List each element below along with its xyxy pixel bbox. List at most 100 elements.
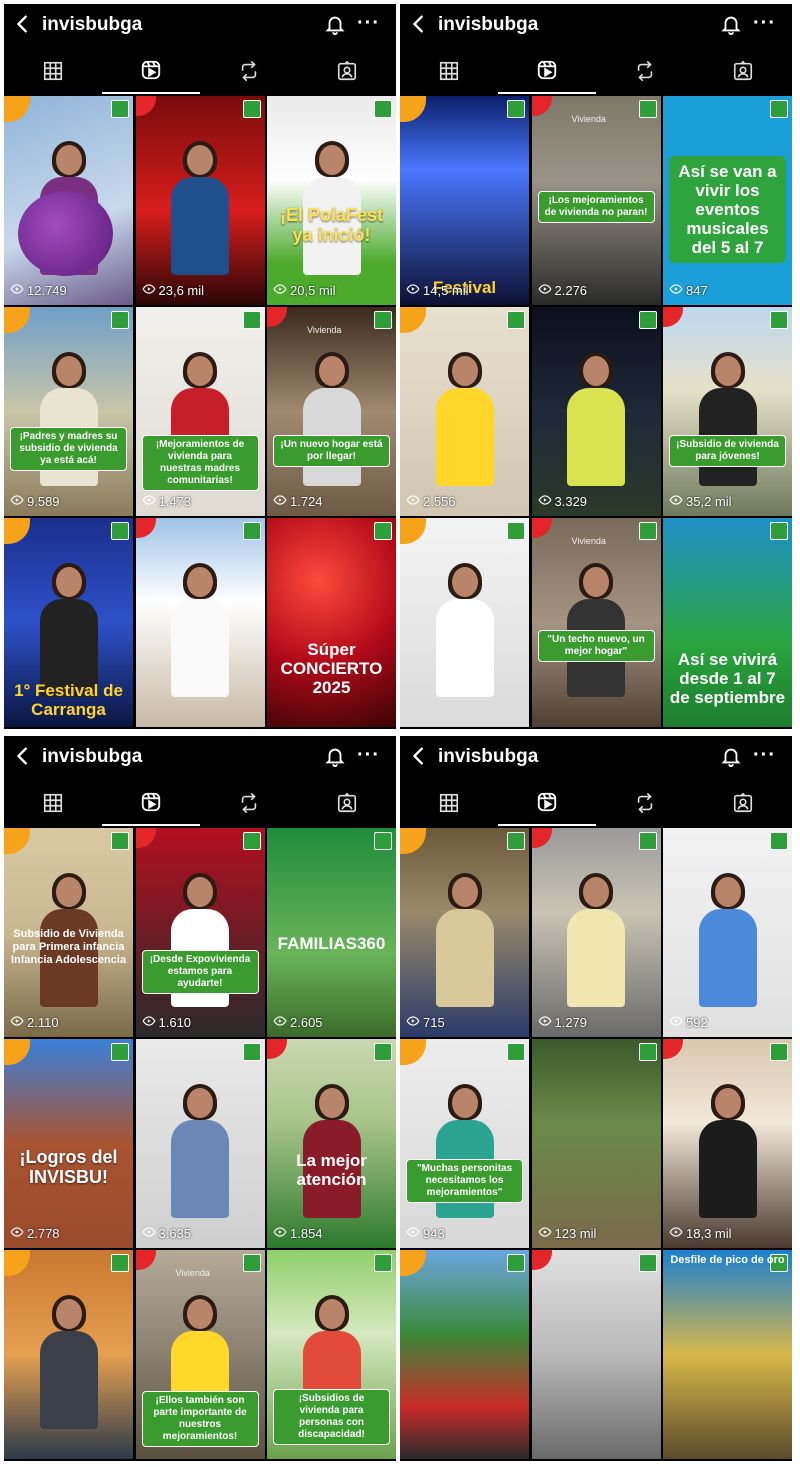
tab-reels[interactable]	[102, 52, 200, 94]
tab-tagged[interactable]	[298, 52, 396, 94]
reel-tile[interactable]	[4, 1250, 133, 1459]
reel-tile[interactable]: Festival 14,5 mil	[400, 96, 529, 305]
invisbu-logo	[111, 100, 129, 118]
bell-icon[interactable]	[324, 745, 346, 767]
reel-tile[interactable]: ¡Desde Expovivienda estamos para ayudart…	[135, 828, 265, 1037]
reel-tile[interactable]: 23,6 mil	[135, 96, 265, 305]
view-count-value: 2.778	[27, 1226, 60, 1241]
reel-tile[interactable]: Así se van a vivir los eventos musicales…	[663, 96, 792, 305]
back-icon[interactable]	[408, 745, 430, 767]
corner-decoration	[4, 96, 30, 122]
tab-reposts[interactable]	[200, 52, 298, 94]
invisbu-logo	[111, 311, 129, 329]
corner-decoration	[663, 307, 683, 327]
bell-icon[interactable]	[324, 13, 346, 35]
reel-tile[interactable]	[400, 1250, 529, 1459]
location-tag: Vivienda	[571, 114, 606, 124]
invisbu-logo	[111, 832, 129, 850]
eye-play-icon	[669, 493, 683, 510]
reel-tile[interactable]: Vivienda ¡Ellos también son parte importa…	[135, 1250, 265, 1459]
reel-tile[interactable]	[400, 518, 529, 727]
reel-tile[interactable]: ¡Logros del INVISBU! 2.778	[4, 1039, 133, 1248]
reel-tile[interactable]	[531, 1250, 661, 1459]
tab-posts[interactable]	[4, 52, 102, 94]
tab-tagged[interactable]	[694, 52, 792, 94]
person-figure	[39, 1295, 98, 1429]
reels-panel: invisbubga ··· Festival 14,5 mil Vivienda ¡Lo…	[400, 4, 792, 729]
invisbu-logo	[770, 832, 788, 850]
reel-tile[interactable]: 2.556	[400, 307, 529, 516]
reel-tile[interactable]: ¡Padres y madres su subsidio de vivienda…	[4, 307, 133, 516]
tab-reposts[interactable]	[200, 784, 298, 826]
reel-tile[interactable]: FAMILIAS360 2.605	[267, 828, 396, 1037]
reel-tile[interactable]: 3.329	[531, 307, 661, 516]
reel-tile[interactable]: Desfile de pico de oro	[663, 1250, 792, 1459]
tab-reels[interactable]	[102, 784, 200, 826]
eye-play-icon	[141, 282, 156, 299]
reels-icon	[140, 791, 162, 818]
back-icon[interactable]	[408, 13, 430, 35]
eye-play-icon	[10, 493, 24, 510]
tab-reposts[interactable]	[596, 784, 694, 826]
reel-tile[interactable]: Súper CONCIERTO 2025	[267, 518, 396, 727]
reels-grid: Subsidio de Vivienda para Primera infanc…	[4, 828, 396, 1461]
reel-tile[interactable]: 123 mil	[531, 1039, 661, 1248]
reel-tile[interactable]: Vivienda ¡Un nuevo hogar está por llegar!…	[267, 307, 396, 516]
bell-icon[interactable]	[720, 745, 742, 767]
reel-tile[interactable]: 18,3 mil	[663, 1039, 792, 1248]
person-figure	[567, 873, 625, 1007]
more-options-button[interactable]: ···	[753, 744, 776, 767]
reel-tile[interactable]: 1.279	[531, 828, 661, 1037]
reel-tile[interactable]: ¡El PolaFest ya inició! 20,5 mil	[267, 96, 396, 305]
reel-tile[interactable]: Vivienda ¡Los mejoramientos de vivienda n…	[531, 96, 661, 305]
tab-tagged[interactable]	[298, 784, 396, 826]
reel-tile[interactable]: Vivienda "Un techo nuevo, un mejor hogar"	[531, 518, 661, 727]
more-options-button[interactable]: ···	[753, 12, 776, 35]
reel-caption: Subsidio de Vivienda para Primera infanc…	[10, 928, 127, 966]
bell-icon[interactable]	[720, 13, 742, 35]
more-options-button[interactable]: ···	[357, 744, 380, 767]
reel-caption: ¡Padres y madres su subsidio de vivienda…	[10, 427, 127, 471]
eye-play-icon	[406, 282, 420, 299]
invisbu-logo	[111, 1254, 129, 1272]
view-count: 12.749	[10, 282, 67, 299]
eye-play-icon	[10, 282, 24, 299]
eye-play-icon	[141, 1014, 156, 1031]
reel-tile[interactable]: La mejor atención 1.854	[267, 1039, 396, 1248]
tab-reposts[interactable]	[596, 52, 694, 94]
view-count-value: 2.605	[290, 1015, 323, 1030]
reel-tile[interactable]: 12.749	[4, 96, 133, 305]
profile-tabs	[4, 52, 396, 94]
eye-play-icon	[10, 1014, 24, 1031]
tab-reels[interactable]	[498, 784, 596, 826]
eye-play-icon	[10, 1225, 24, 1242]
tab-reels[interactable]	[498, 52, 596, 94]
tab-tagged[interactable]	[694, 784, 792, 826]
tab-posts[interactable]	[400, 52, 498, 94]
reels-panel: invisbubga ··· 715 1.279 592 "Muchas personit…	[400, 736, 792, 1461]
reel-tile[interactable]	[135, 518, 265, 727]
reel-tile[interactable]: ¡Mejoramientos de vivienda para nuestras…	[135, 307, 265, 516]
reel-tile[interactable]: 3.635	[135, 1039, 265, 1248]
reel-tile[interactable]: 1° Festival de Carranga	[4, 518, 133, 727]
reel-tile[interactable]: 592	[663, 828, 792, 1037]
view-count: 1.279	[537, 1014, 587, 1031]
reel-tile[interactable]: ¡Subsidios de vivienda para personas con…	[267, 1250, 396, 1459]
eye-play-icon	[273, 1014, 287, 1031]
view-count: 3.635	[141, 1225, 191, 1242]
tab-posts[interactable]	[4, 784, 102, 826]
reel-tile[interactable]: Así se vivirá desde 1 al 7 de septiembre	[663, 518, 792, 727]
back-icon[interactable]	[12, 13, 34, 35]
reel-tile[interactable]: "Muchas personitas necesitamos los mejor…	[400, 1039, 529, 1248]
tab-posts[interactable]	[400, 784, 498, 826]
reel-tile[interactable]: ¡Subsidio de vivienda para jóvenes! 35,2 …	[663, 307, 792, 516]
view-count-value: 12.749	[27, 283, 67, 298]
reel-tile[interactable]: 715	[400, 828, 529, 1037]
grid-icon	[42, 792, 64, 819]
eye-play-icon	[669, 1225, 683, 1242]
back-icon[interactable]	[12, 745, 34, 767]
reel-tile[interactable]: Subsidio de Vivienda para Primera infanc…	[4, 828, 133, 1037]
corner-decoration	[135, 828, 156, 848]
more-options-button[interactable]: ···	[357, 12, 380, 35]
view-count-value: 123 mil	[554, 1226, 597, 1241]
